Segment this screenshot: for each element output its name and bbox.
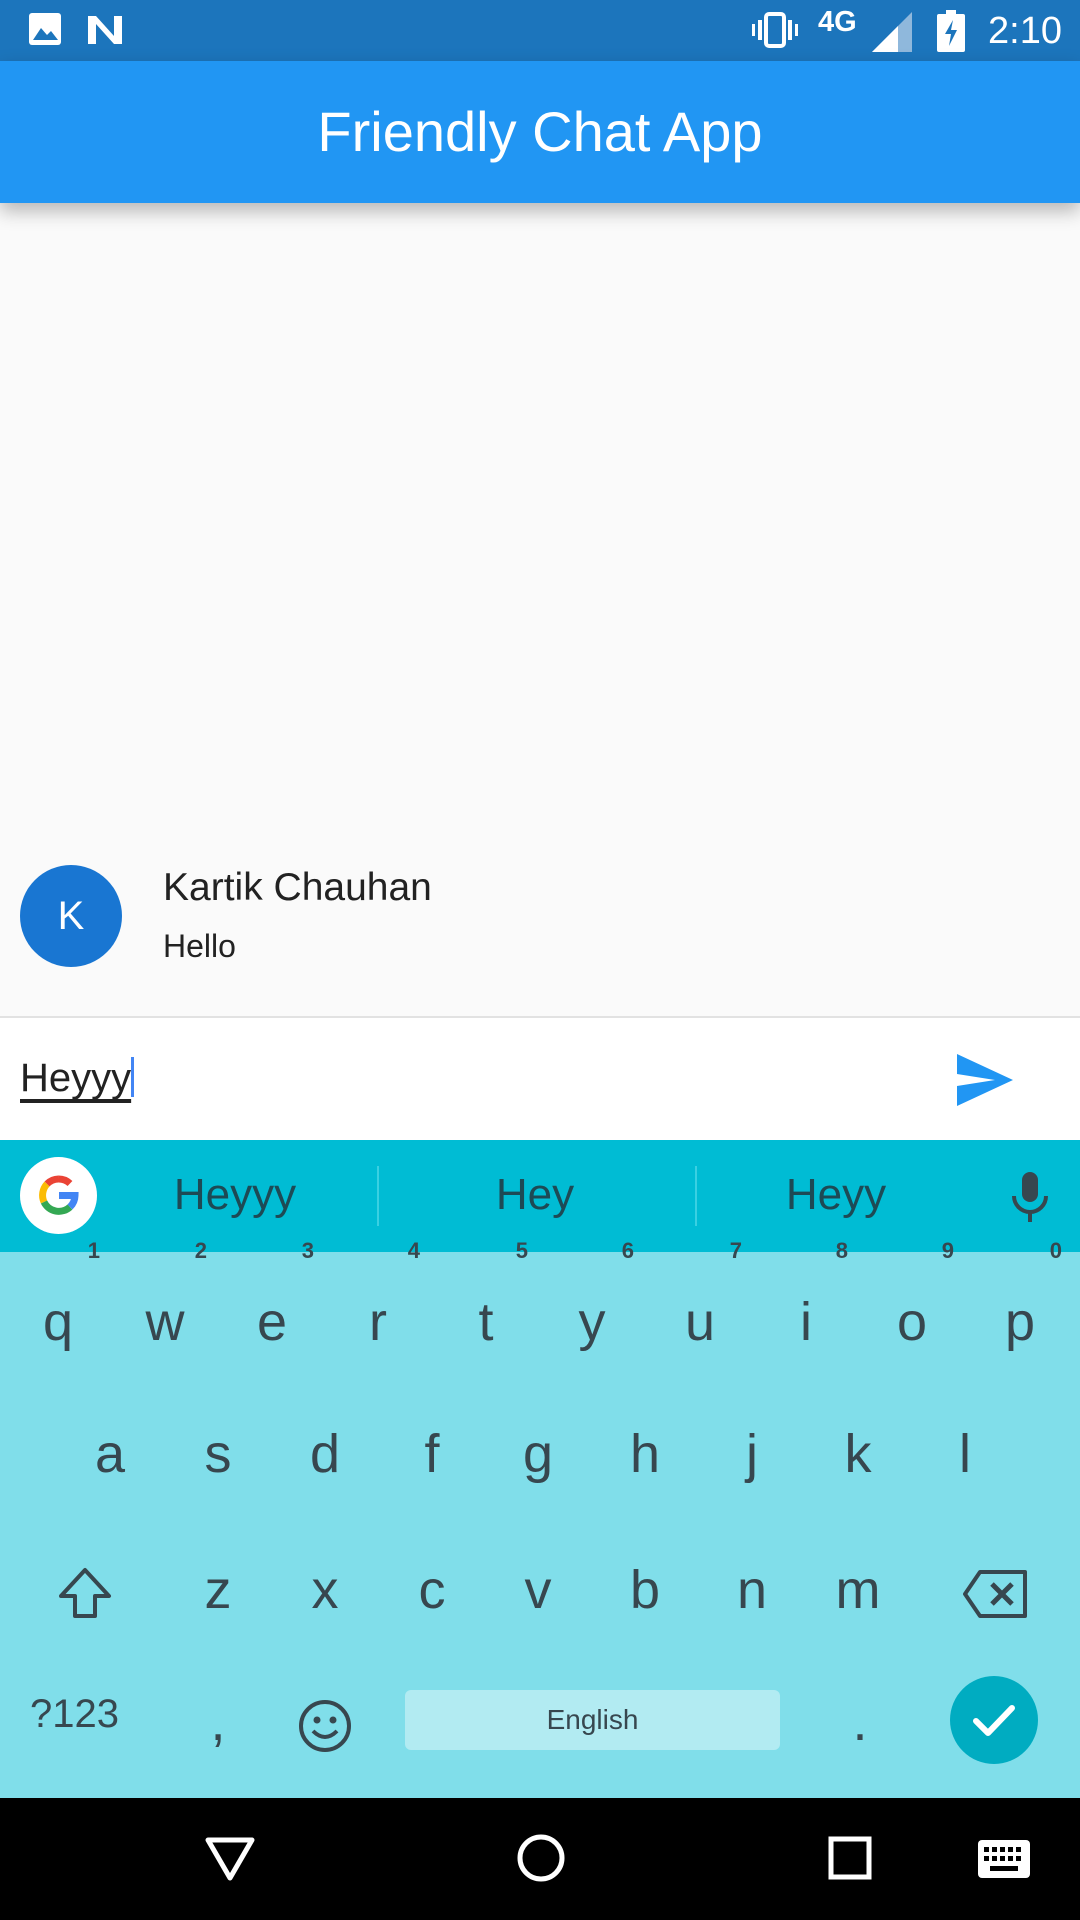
symbols-key[interactable]: ?123 xyxy=(30,1692,119,1737)
key-hint: 1 xyxy=(87,1238,100,1263)
suggestion-item[interactable]: Heyyy xyxy=(105,1170,365,1220)
key-c[interactable]: c xyxy=(382,1530,482,1650)
navigation-bar xyxy=(0,1798,1080,1920)
suggestion-divider xyxy=(377,1166,379,1226)
key-x[interactable]: x xyxy=(275,1530,375,1650)
key-g[interactable]: g xyxy=(488,1394,588,1514)
key-a[interactable]: a xyxy=(60,1394,160,1514)
key-v[interactable]: v xyxy=(488,1530,588,1650)
key-r[interactable]: r4 xyxy=(328,1240,428,1382)
key-t[interactable]: t5 xyxy=(436,1240,536,1382)
key-hint: 4 xyxy=(407,1238,420,1263)
key-l[interactable]: l xyxy=(915,1394,1015,1514)
app-title: Friendly Chat App xyxy=(317,100,763,163)
space-key[interactable]: English xyxy=(405,1690,780,1750)
home-circle-icon xyxy=(517,1834,565,1882)
back-triangle-icon xyxy=(205,1837,255,1881)
key-label: i xyxy=(800,1292,812,1352)
network-type-label: 4G xyxy=(818,6,857,38)
key-b[interactable]: b xyxy=(595,1530,695,1650)
mic-icon xyxy=(1012,1172,1048,1222)
send-button[interactable] xyxy=(955,1052,1015,1108)
voice-input-button[interactable] xyxy=(1010,1170,1050,1226)
text-caret xyxy=(131,1057,135,1097)
keyboard-icon xyxy=(978,1840,1030,1878)
key-p[interactable]: p0 xyxy=(970,1240,1070,1382)
key-label: o xyxy=(896,1292,928,1352)
key-h[interactable]: h xyxy=(595,1394,695,1514)
key-m[interactable]: m xyxy=(808,1530,908,1650)
key-hint: 7 xyxy=(729,1238,742,1263)
key-label: e xyxy=(256,1292,288,1352)
key-label: p xyxy=(1004,1292,1036,1352)
key-f[interactable]: f xyxy=(382,1394,482,1514)
suggestion-divider xyxy=(695,1166,697,1226)
google-button[interactable] xyxy=(20,1157,97,1234)
message-input-value: Heyyy xyxy=(20,1056,132,1100)
avatar: K xyxy=(20,865,122,967)
recents-square-icon xyxy=(828,1836,872,1880)
back-button[interactable] xyxy=(205,1836,255,1887)
key-i[interactable]: i8 xyxy=(756,1240,856,1382)
signal-icon xyxy=(872,12,912,57)
battery-charging-icon xyxy=(937,10,965,57)
shift-icon xyxy=(59,1567,111,1618)
vibrate-icon xyxy=(752,12,798,53)
google-logo-icon xyxy=(39,1175,79,1215)
key-hint: 5 xyxy=(515,1238,528,1263)
backspace-key[interactable] xyxy=(945,1530,1045,1650)
key-o[interactable]: o9 xyxy=(862,1240,962,1382)
suggestion-item[interactable]: Heyy xyxy=(706,1170,966,1220)
backspace-icon xyxy=(963,1569,1027,1618)
key-e[interactable]: e3 xyxy=(222,1240,322,1382)
key-hint: 6 xyxy=(621,1238,634,1263)
app-bar: Friendly Chat App xyxy=(0,61,1080,203)
key-k[interactable]: k xyxy=(808,1394,908,1514)
message-input[interactable]: Heyyy xyxy=(20,1056,135,1101)
key-z[interactable]: z xyxy=(168,1530,268,1650)
period-key[interactable]: . xyxy=(810,1662,910,1782)
key-label: w xyxy=(145,1292,185,1352)
key-j[interactable]: j xyxy=(702,1394,802,1514)
shift-key[interactable] xyxy=(35,1530,135,1650)
clock: 2:10 xyxy=(988,10,1062,52)
key-label: t xyxy=(478,1292,494,1352)
home-button[interactable] xyxy=(516,1833,566,1888)
key-y[interactable]: y6 xyxy=(542,1240,642,1382)
keyboard: q1 w2 e3 r4 t5 y6 u7 i8 o9 p0 a s d f g … xyxy=(0,1240,1080,1798)
send-icon xyxy=(957,1054,1013,1106)
emoji-icon xyxy=(299,1699,351,1752)
message-sender-name: Kartik Chauhan xyxy=(163,866,432,909)
key-w[interactable]: w2 xyxy=(115,1240,215,1382)
suggestion-item[interactable]: Hey xyxy=(405,1170,665,1220)
key-q[interactable]: q1 xyxy=(8,1240,108,1382)
message-list xyxy=(0,203,1080,1016)
key-hint: 2 xyxy=(194,1238,207,1263)
key-hint: 8 xyxy=(835,1238,848,1263)
recents-button[interactable] xyxy=(828,1836,872,1885)
key-n[interactable]: n xyxy=(702,1530,802,1650)
key-hint: 3 xyxy=(301,1238,314,1263)
status-bar: 4G 2:10 xyxy=(0,0,1080,61)
key-s[interactable]: s xyxy=(168,1394,268,1514)
key-label: y xyxy=(578,1292,606,1352)
key-d[interactable]: d xyxy=(275,1394,375,1514)
key-label: u xyxy=(684,1292,716,1352)
comma-key[interactable]: , xyxy=(168,1662,268,1782)
keyboard-switch-button[interactable] xyxy=(978,1840,1030,1883)
done-key[interactable] xyxy=(950,1676,1038,1764)
key-hint: 0 xyxy=(1049,1238,1062,1263)
suggestion-bar: Heyyy Hey Heyy xyxy=(0,1140,1080,1252)
key-label: r xyxy=(369,1292,387,1352)
message-composer: Heyyy xyxy=(0,1016,1080,1142)
key-label: q xyxy=(42,1292,74,1352)
check-icon xyxy=(973,1705,1015,1736)
message-text: Hello xyxy=(163,928,236,964)
key-hint: 9 xyxy=(941,1238,954,1263)
key-u[interactable]: u7 xyxy=(650,1240,750,1382)
emoji-key[interactable] xyxy=(275,1662,375,1782)
image-icon xyxy=(28,12,62,51)
n-icon xyxy=(86,12,124,51)
